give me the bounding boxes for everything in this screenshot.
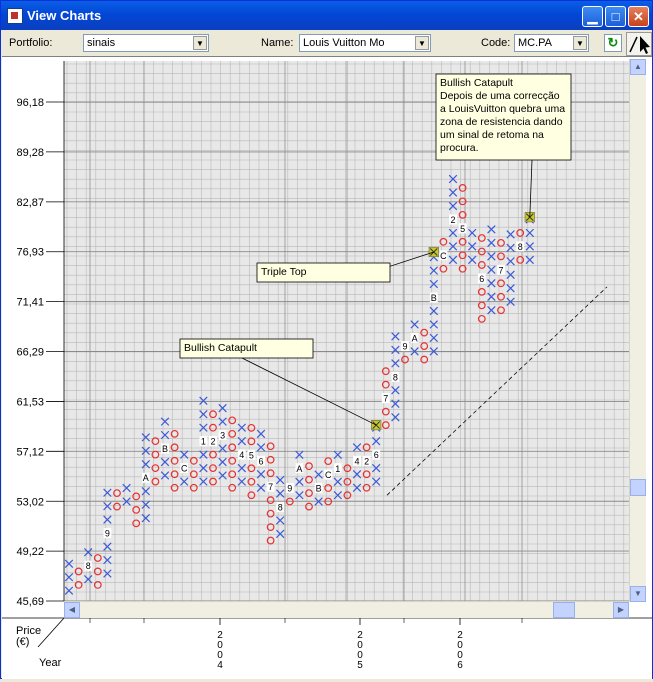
column-label: 9 [402, 342, 407, 352]
column-label: A [296, 464, 302, 474]
column-label: 3 [220, 431, 225, 441]
y-tick-label: 61,53 [16, 396, 44, 408]
y-tick-label: 53,02 [16, 496, 44, 508]
pointer-icon [629, 36, 650, 54]
pointer-tool-button[interactable] [626, 32, 652, 56]
callout-text: Depois de uma correcção [440, 90, 560, 102]
column-label: 8 [278, 502, 283, 512]
window-title: View Charts [27, 8, 102, 23]
callout-text: Bullish Catapult [440, 77, 513, 89]
column-label: 8 [518, 242, 523, 252]
portfolio-combo[interactable]: sinais ▼ [83, 34, 209, 52]
minimize-button[interactable]: ▁ [582, 6, 603, 27]
column-label: 2 [210, 437, 215, 447]
title-bar[interactable]: View Charts ▁ □ ✕ [1, 1, 652, 30]
column-label: 2 [450, 215, 455, 225]
code-value: MC.PA [518, 37, 553, 49]
column-label: 7 [498, 265, 503, 275]
column-label: 8 [86, 561, 91, 571]
column-label: 4 [354, 456, 359, 466]
y-tick-label: 89,28 [16, 147, 44, 159]
close-icon: ✕ [633, 9, 644, 24]
x-axis-panel [2, 618, 652, 679]
column-label: 8 [393, 372, 398, 382]
code-combo[interactable]: MC.PA ▼ [514, 34, 589, 52]
view-charts-window: View Charts ▁ □ ✕ Portfolio: sinais ▼ Na… [0, 0, 653, 679]
callout-text: procura. [440, 142, 479, 154]
price-axis-label: (€) [16, 636, 29, 648]
callout-text: Bullish Catapult [184, 342, 257, 354]
vertical-scrollbar[interactable]: ▲ ▼ [629, 59, 646, 602]
year-label: 4 [217, 660, 223, 671]
y-tick-label: 76,93 [16, 247, 44, 259]
chevron-down-icon[interactable]: ▼ [193, 36, 207, 50]
toolbar: Portfolio: sinais ▼ Name: Louis Vuitton … [2, 30, 652, 56]
column-label: 6 [479, 274, 484, 284]
scroll-right-button[interactable]: ▶ [613, 602, 629, 618]
column-label: 9 [105, 529, 110, 539]
horizontal-scroll-thumb[interactable] [553, 602, 575, 618]
portfolio-value: sinais [87, 37, 116, 49]
column-label: B [431, 293, 437, 303]
scroll-down-button[interactable]: ▼ [630, 586, 646, 602]
callout-text: zona de resistencia dando [440, 116, 563, 128]
column-label: C [181, 464, 188, 474]
callout-text: Triple Top [261, 266, 307, 278]
scroll-left-button[interactable]: ◀ [64, 602, 80, 618]
column-label: A [143, 473, 149, 483]
pnf-chart: 89ABC1 234 56789ABC14 26789ABC25678 96,1889… [2, 57, 652, 679]
column-label: 6 [374, 450, 379, 460]
name-label: Name: [261, 37, 294, 49]
column-label: 7 [383, 394, 388, 404]
chevron-down-icon[interactable]: ▼ [415, 36, 429, 50]
vertical-scroll-thumb[interactable] [630, 479, 646, 496]
code-label: Code: [481, 37, 511, 49]
column-label: B [316, 484, 322, 494]
column-label: 6 [258, 456, 263, 466]
year-label: 6 [457, 660, 463, 671]
y-tick-label: 45,69 [16, 596, 44, 608]
column-label: C [440, 251, 447, 261]
name-combo[interactable]: Louis Vuitton Mo ▼ [299, 34, 431, 52]
horizontal-scrollbar[interactable]: ◀ ▶ [64, 601, 629, 618]
y-tick-label: 96,18 [16, 97, 44, 109]
minimize-icon: ▁ [587, 9, 598, 24]
year-axis-label: Year [39, 657, 62, 669]
y-tick-label: 66,29 [16, 347, 44, 359]
column-label: 1 [335, 464, 340, 474]
refresh-icon: ↻ [607, 35, 619, 50]
y-tick-label: 71,41 [16, 297, 44, 309]
callout-text: a LouisVuitton quebra uma [440, 103, 565, 115]
column-label: 9 [287, 484, 292, 494]
y-tick-label: 49,22 [16, 546, 44, 558]
year-label: 5 [357, 660, 363, 671]
column-label: 7 [268, 482, 273, 492]
column-label: 4 [239, 450, 244, 460]
maximize-button[interactable]: □ [605, 6, 626, 27]
column-label: C [325, 470, 332, 480]
scroll-up-button[interactable]: ▲ [630, 59, 646, 75]
app-icon [7, 8, 23, 24]
column-label: 1 [201, 437, 206, 447]
chart-area[interactable]: 89ABC123456789ABC1426789ABC25678 96,18 89… [2, 56, 652, 679]
y-tick-label: 57,12 [16, 446, 44, 458]
column-label: B [162, 444, 168, 454]
refresh-button[interactable]: ↻ [604, 34, 622, 52]
x-axis: Price(€)Year200420052006 [2, 617, 652, 679]
y-tick-label: 82,87 [16, 197, 44, 209]
close-button[interactable]: ✕ [628, 6, 649, 27]
portfolio-label: Portfolio: [9, 37, 53, 49]
callout-text: um sinal de retoma na [440, 129, 544, 141]
column-label: 5 [460, 224, 465, 234]
name-value: Louis Vuitton Mo [303, 37, 385, 49]
maximize-icon: □ [611, 9, 620, 24]
column-label: 2 [364, 456, 369, 466]
column-label: 5 [249, 450, 254, 460]
column-label: A [412, 333, 418, 343]
chevron-down-icon[interactable]: ▼ [573, 36, 587, 50]
